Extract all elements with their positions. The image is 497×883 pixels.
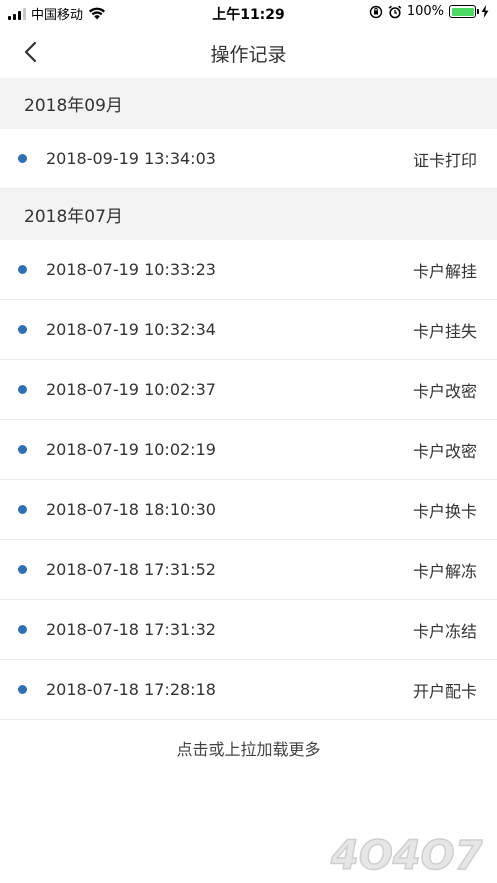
orientation-lock-icon	[369, 5, 383, 18]
battery-percent: 100%	[406, 4, 444, 19]
bullet-dot-icon	[18, 325, 27, 334]
bullet-dot-icon	[18, 625, 27, 634]
watermark-text: 4O4O7	[330, 833, 483, 877]
charging-bolt-icon	[481, 5, 489, 18]
record-row[interactable]: 2018-07-18 17:31:32 卡户冻结	[0, 600, 497, 660]
record-row[interactable]: 2018-07-19 10:02:37 卡户改密	[0, 360, 497, 420]
bullet-dot-icon	[18, 154, 27, 163]
bullet-dot-icon	[18, 385, 27, 394]
section-header: 2018年07月	[0, 189, 497, 240]
record-time: 2018-07-19 10:02:37	[46, 380, 216, 399]
record-row[interactable]: 2018-09-19 13:34:03 证卡打印	[0, 129, 497, 189]
record-type: 证卡打印	[412, 150, 477, 170]
record-row[interactable]: 2018-07-19 10:32:34 卡户挂失	[0, 300, 497, 360]
record-time: 2018-07-18 17:31:32	[46, 620, 216, 639]
alarm-icon	[388, 5, 402, 18]
bullet-dot-icon	[18, 265, 27, 274]
record-type: 卡户冻结	[412, 621, 477, 641]
record-row[interactable]: 2018-07-18 17:31:52 卡户解冻	[0, 540, 497, 600]
record-row[interactable]: 2018-07-18 18:10:30 卡户换卡	[0, 480, 497, 540]
section-header: 2018年09月	[0, 78, 497, 129]
record-row[interactable]: 2018-07-19 10:02:19 卡户改密	[0, 420, 497, 480]
page-title: 操作记录	[210, 44, 287, 66]
record-time: 2018-07-18 18:10:30	[46, 500, 216, 519]
record-type: 卡户解冻	[412, 561, 477, 581]
bullet-dot-icon	[18, 445, 27, 454]
record-row[interactable]: 2018-07-19 10:33:23 卡户解挂	[0, 240, 497, 300]
record-time: 2018-09-19 13:34:03	[46, 149, 216, 168]
status-right: 100%	[369, 4, 489, 19]
status-bar: 中国移动 上午11:29 100%	[0, 0, 497, 26]
record-time: 2018-07-19 10:32:34	[46, 320, 216, 339]
record-type: 卡户换卡	[412, 501, 477, 521]
record-time: 2018-07-18 17:31:52	[46, 560, 216, 579]
bullet-dot-icon	[18, 565, 27, 574]
load-more-button[interactable]: 点击或上拉加载更多	[0, 736, 497, 760]
record-time: 2018-07-19 10:02:19	[46, 440, 216, 459]
battery-icon	[449, 5, 479, 18]
record-type: 卡户解挂	[412, 261, 477, 281]
record-row[interactable]: 2018-07-18 17:28:18 开户配卡	[0, 660, 497, 720]
watermark-logo: 4O4O7	[329, 832, 483, 877]
screen: 中国移动 上午11:29 100% 操作记录 2018年09月 2018-09-…	[0, 0, 497, 883]
record-time: 2018-07-19 10:33:23	[46, 260, 216, 279]
nav-bar: 操作记录	[0, 26, 497, 78]
bullet-dot-icon	[18, 685, 27, 694]
record-type: 卡户挂失	[412, 321, 477, 341]
record-type: 卡户改密	[412, 441, 477, 461]
bullet-dot-icon	[18, 505, 27, 514]
record-list: 2018年09月 2018-09-19 13:34:03 证卡打印 2018年0…	[0, 78, 497, 720]
record-type: 卡户改密	[412, 381, 477, 401]
battery-fill	[451, 7, 474, 16]
record-type: 开户配卡	[412, 681, 477, 701]
record-time: 2018-07-18 17:28:18	[46, 680, 216, 699]
